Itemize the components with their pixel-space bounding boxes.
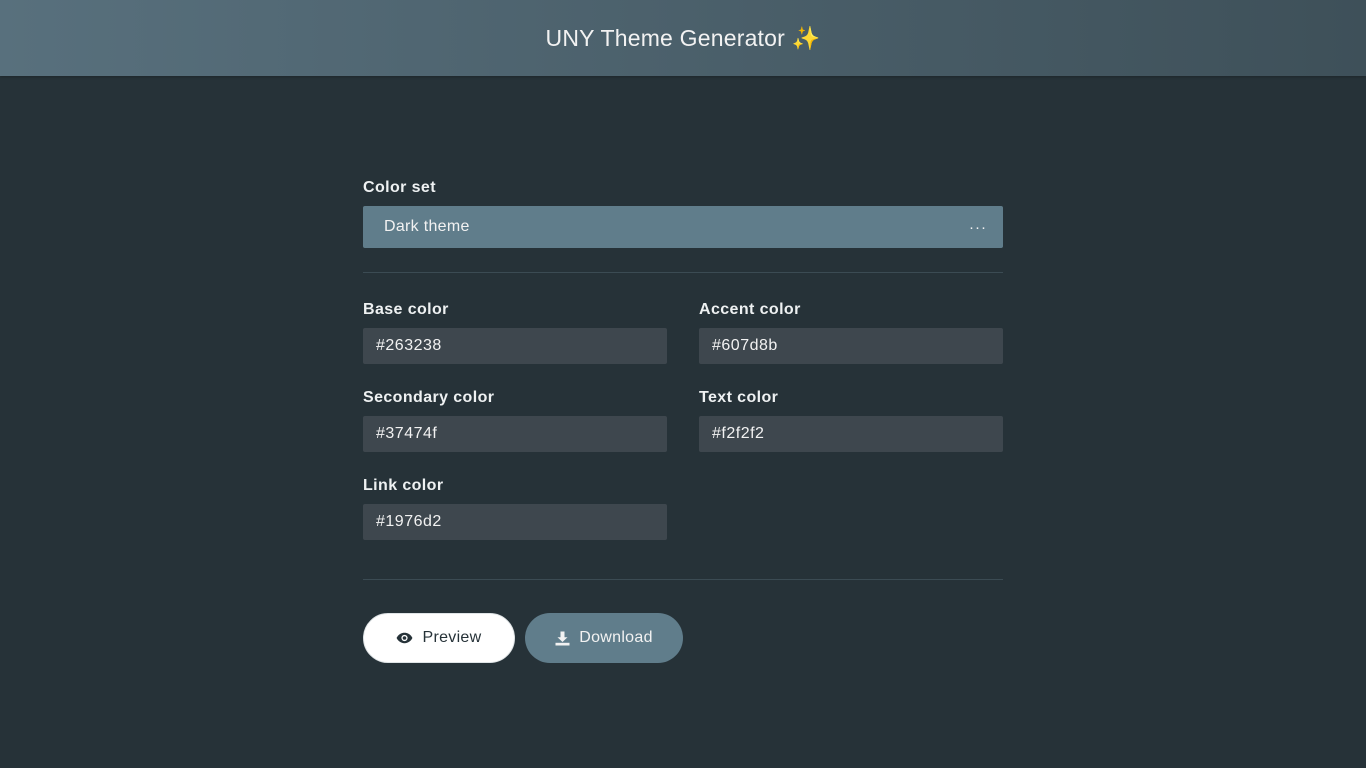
secondary-color-field: Secondary color xyxy=(363,390,667,452)
text-color-input[interactable] xyxy=(699,416,1003,452)
eye-icon xyxy=(396,632,413,644)
app-header: UNY Theme Generator ✨ xyxy=(0,0,1366,76)
download-button-label: Download xyxy=(579,629,653,646)
secondary-color-input[interactable] xyxy=(363,416,667,452)
text-color-label: Text color xyxy=(699,389,779,406)
ellipsis-icon: ··· xyxy=(969,218,987,236)
divider xyxy=(363,579,1003,580)
action-bar: Preview Download xyxy=(363,613,1003,663)
link-color-field: Link color xyxy=(363,478,667,540)
preview-button[interactable]: Preview xyxy=(363,613,515,663)
download-icon xyxy=(555,631,570,646)
text-color-field: Text color xyxy=(699,390,1003,452)
color-set-selected-value: Dark theme xyxy=(384,218,470,235)
theme-form: Color set Dark theme ··· Base color Acce… xyxy=(363,76,1003,663)
link-color-label: Link color xyxy=(363,477,444,494)
secondary-color-label: Secondary color xyxy=(363,389,495,406)
color-set-select[interactable]: Dark theme ··· xyxy=(363,206,1003,248)
divider xyxy=(363,272,1003,273)
download-button[interactable]: Download xyxy=(525,613,683,663)
base-color-field: Base color xyxy=(363,302,667,364)
accent-color-label: Accent color xyxy=(699,301,801,318)
preview-button-label: Preview xyxy=(422,629,482,646)
accent-color-input[interactable] xyxy=(699,328,1003,364)
base-color-input[interactable] xyxy=(363,328,667,364)
color-set-section: Color set Dark theme ··· xyxy=(363,180,1003,248)
color-fields-grid: Base color Accent color Secondary color … xyxy=(363,302,1003,540)
color-set-label: Color set xyxy=(363,179,436,196)
link-color-input[interactable] xyxy=(363,504,667,540)
accent-color-field: Accent color xyxy=(699,302,1003,364)
page-title: UNY Theme Generator ✨ xyxy=(545,24,821,51)
base-color-label: Base color xyxy=(363,301,449,318)
